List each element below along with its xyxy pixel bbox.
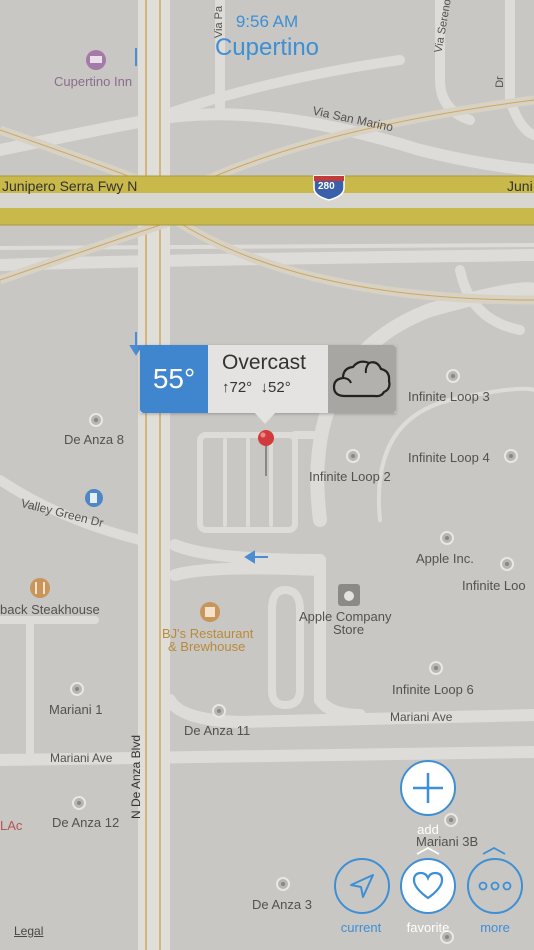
map-label: De Anza 3 (252, 897, 312, 912)
chevron-up-icon[interactable] (480, 846, 508, 856)
high-temperature: 72° (229, 379, 253, 396)
cloud-icon (328, 345, 396, 413)
map-label: 280 (318, 181, 335, 192)
poi-marker[interactable] (504, 449, 518, 463)
map-label: back Steakhouse (0, 602, 100, 617)
chevron-up-icon[interactable] (414, 846, 442, 856)
map-label: Junipero Serra Fwy N (2, 178, 138, 194)
map-label: De Anza 11 (184, 723, 251, 738)
map-label: Mariani Ave (390, 710, 453, 724)
current-location-button[interactable] (334, 858, 390, 914)
more-button-label: more (480, 920, 510, 935)
map-label: & Brewhouse (168, 639, 246, 654)
poi-marker[interactable] (70, 682, 84, 696)
map-label: De Anza 8 (64, 432, 124, 447)
favorite-button[interactable] (400, 858, 456, 914)
location-arrow-icon (350, 874, 374, 898)
arrow-up-icon: ↑ (222, 379, 230, 396)
callout-pointer (254, 412, 276, 424)
poi-marker[interactable] (72, 796, 86, 810)
poi-marker[interactable] (89, 413, 103, 427)
poi-marker[interactable] (212, 704, 226, 718)
low-temperature: 52° (268, 379, 291, 396)
poi-marker[interactable] (440, 531, 454, 545)
plus-icon (413, 773, 443, 803)
poi-marker[interactable] (429, 661, 443, 675)
add-button-label: add (417, 822, 439, 837)
location-pin-icon[interactable] (258, 430, 274, 446)
heart-icon (412, 871, 444, 900)
poi-marker[interactable] (346, 449, 360, 463)
map-label: LAc (0, 818, 23, 833)
ellipsis-icon (478, 881, 512, 891)
add-button[interactable] (400, 760, 456, 816)
map-label: Infinite Loo (462, 578, 526, 593)
location-header: 9:56 AM Cupertino (0, 8, 534, 68)
status-time: 9:56 AM (235, 12, 299, 31)
map-label: Mariani Ave (50, 751, 113, 765)
restaurant-icon (30, 578, 50, 598)
weather-callout[interactable]: 55° Overcast ↑72° ↓52° (140, 345, 396, 413)
more-button[interactable] (467, 858, 523, 914)
map-label: Store (333, 622, 365, 637)
current-temperature: 55° (140, 345, 208, 413)
poi-marker[interactable] (276, 877, 290, 891)
map-label: Dr (493, 76, 506, 88)
map-label: Cupertino Inn (54, 74, 133, 89)
poi-marker[interactable] (500, 557, 514, 571)
map-label: Apple Inc. (416, 551, 474, 566)
city-title[interactable]: Cupertino (0, 34, 534, 62)
legal-link[interactable]: Legal (14, 924, 43, 938)
weather-condition: Overcast (222, 351, 307, 374)
map-label: De Anza 12 (52, 815, 120, 830)
high-low: ↑72° ↓52° (222, 379, 328, 396)
map-label: Infinite Loop 3 (408, 389, 490, 404)
map-label: Infinite Loop 2 (309, 469, 391, 484)
arrow-down-icon: ↓ (260, 379, 269, 396)
map-label: N De Anza Blvd (129, 734, 144, 820)
map-label: Infinite Loop 6 (392, 682, 474, 697)
map-label: Infinite Loop 4 (408, 450, 490, 465)
poi-marker[interactable] (446, 369, 460, 383)
map-label: Mariani 1 (49, 702, 103, 717)
map-label: Juni (507, 178, 533, 194)
weather-condition-panel: Overcast ↑72° ↓52° (208, 345, 328, 413)
